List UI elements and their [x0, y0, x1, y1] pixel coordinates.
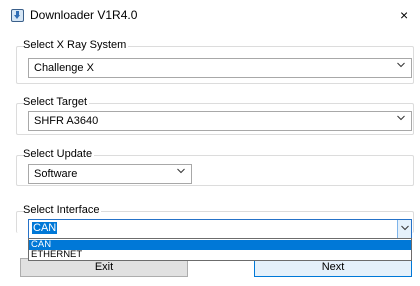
- update-select[interactable]: Software: [28, 164, 192, 184]
- xray-system-select[interactable]: Challenge X: [28, 58, 412, 78]
- target-select[interactable]: SHFR A3640: [28, 111, 412, 131]
- chevron-down-icon: [177, 168, 185, 176]
- target-label: Select Target: [23, 96, 90, 108]
- update-label: Select Update: [23, 148, 95, 160]
- target-value: SHFR A3640: [34, 115, 99, 127]
- dropdown-option-ethernet[interactable]: ETHERNET: [29, 250, 411, 260]
- download-app-icon: [11, 9, 24, 22]
- title-bar[interactable]: Downloader V1R4.0 ×: [0, 0, 420, 30]
- xray-system-value: Challenge X: [34, 62, 94, 74]
- interface-value: CAN: [32, 222, 58, 234]
- chevron-down-icon: [401, 225, 409, 231]
- xray-system-label: Select X Ray System: [23, 39, 129, 51]
- downloader-window: Downloader V1R4.0 × Select X Ray System …: [0, 0, 420, 286]
- window-title: Downloader V1R4.0: [30, 8, 138, 22]
- interface-select[interactable]: CAN: [28, 219, 412, 239]
- update-value: Software: [34, 168, 78, 180]
- interface-dropdown-button[interactable]: [397, 220, 411, 238]
- chevron-down-icon: [397, 62, 405, 70]
- dropdown-option-can[interactable]: CAN: [29, 240, 411, 250]
- close-icon[interactable]: ×: [400, 0, 420, 30]
- interface-dropdown-list: CAN ETHERNET: [28, 238, 412, 261]
- chevron-down-icon: [397, 115, 405, 123]
- interface-label: Select Interface: [23, 204, 102, 216]
